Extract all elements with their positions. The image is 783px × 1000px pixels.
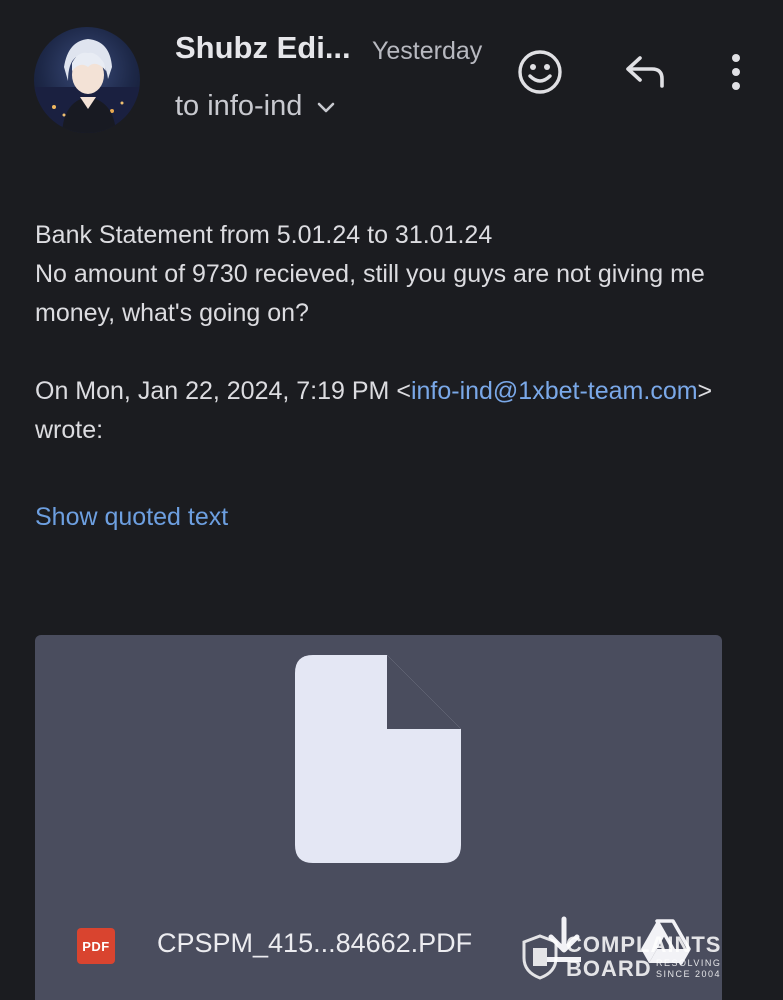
reply-button[interactable] — [618, 48, 672, 96]
document-icon — [295, 655, 461, 863]
quoted-sender-email-link[interactable]: info-ind@1xbet-team.com — [411, 377, 698, 405]
chevron-down-icon — [316, 90, 336, 123]
quoted-header: On Mon, Jan 22, 2024, 7:19 PM <info-ind@… — [35, 372, 750, 450]
show-quoted-text-link[interactable]: Show quoted text — [35, 503, 228, 532]
watermark-tag-1: RESOLVING — [656, 958, 722, 968]
quote-prefix: On Mon, Jan 22, 2024, 7:19 PM < — [35, 377, 411, 405]
recipient-label: to info-ind — [175, 89, 303, 122]
message-body: Bank Statement from 5.01.24 to 31.01.24 … — [35, 216, 750, 333]
more-options-button[interactable] — [718, 46, 754, 98]
message-timestamp: Yesterday — [372, 37, 483, 65]
reply-icon — [626, 56, 664, 88]
more-vertical-icon — [732, 54, 740, 90]
email-view: Shubz Edi... Yesterday to info-ind Bank … — [0, 0, 783, 1000]
quote-suffix: > — [697, 377, 713, 405]
shield-logo-icon — [522, 934, 558, 980]
quote-wrote: wrote: — [35, 416, 104, 444]
attachment-file-name[interactable]: CPSPM_415...84662.PDF — [157, 928, 472, 959]
smiley-icon — [518, 50, 562, 94]
sender-name[interactable]: Shubz Edi... — [175, 30, 351, 66]
pdf-file-icon: PDF — [77, 928, 115, 964]
avatar-image — [34, 39, 140, 133]
recipient-toggle[interactable]: to info-ind — [175, 86, 336, 126]
sender-avatar[interactable] — [34, 27, 140, 133]
watermark-line-2: BOARD — [566, 956, 652, 981]
complaints-board-watermark: COMPLAINTS BOARD RESOLVING SINCE 2004 — [520, 930, 740, 986]
message-line-2: No amount of 9730 recieved, still you gu… — [35, 260, 705, 327]
watermark-tag-2: SINCE 2004 — [656, 969, 722, 979]
message-line-1: Bank Statement from 5.01.24 to 31.01.24 — [35, 221, 493, 249]
add-reaction-button[interactable] — [512, 44, 568, 100]
watermark-line-1: COMPLAINTS — [566, 932, 722, 957]
